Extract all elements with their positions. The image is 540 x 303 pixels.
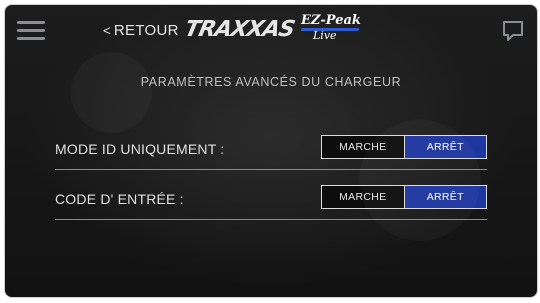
hamburger-menu-icon[interactable] bbox=[17, 19, 45, 41]
traxxas-logo: TRAXXAS bbox=[182, 17, 297, 42]
back-button-label: RETOUR bbox=[113, 22, 179, 39]
ez-peak-logo-text: EZ-Peak bbox=[301, 13, 361, 28]
chat-bubble-icon[interactable] bbox=[501, 20, 525, 42]
chat-bubble-icon-svg bbox=[503, 21, 523, 41]
id-mode-on-option[interactable]: MARCHE bbox=[322, 136, 404, 158]
device-screen: < RETOUR TRAXXAS EZ-Peak Live PARAMÈTRES… bbox=[4, 4, 538, 298]
entry-code-off-option[interactable]: ARRÊT bbox=[403, 186, 486, 208]
setting-row-entry-code: CODE D' ENTRÉE : MARCHE ARRÊT bbox=[55, 179, 487, 220]
setting-row-id-mode: MODE ID UNIQUEMENT : MARCHE ARRÊT bbox=[55, 129, 487, 170]
entry-code-on-option[interactable]: MARCHE bbox=[322, 186, 404, 208]
menu-line bbox=[17, 29, 45, 32]
setting-label: MODE ID UNIQUEMENT : bbox=[55, 141, 225, 157]
header-bar: < RETOUR TRAXXAS EZ-Peak Live bbox=[5, 5, 537, 55]
live-logo-text: Live bbox=[313, 29, 337, 42]
page-title: PARAMÈTRES AVANCÉS DU CHARGEUR bbox=[140, 75, 402, 89]
chevron-left-icon: < bbox=[103, 23, 111, 38]
id-mode-toggle: MARCHE ARRÊT bbox=[321, 135, 487, 159]
ez-peak-live-logo: EZ-Peak Live bbox=[300, 13, 371, 47]
back-button[interactable]: < RETOUR bbox=[103, 22, 179, 39]
id-mode-off-option[interactable]: ARRÊT bbox=[403, 136, 486, 158]
menu-line bbox=[17, 37, 45, 40]
menu-line bbox=[17, 21, 45, 24]
setting-label: CODE D' ENTRÉE : bbox=[55, 191, 184, 207]
entry-code-toggle: MARCHE ARRÊT bbox=[321, 185, 487, 209]
